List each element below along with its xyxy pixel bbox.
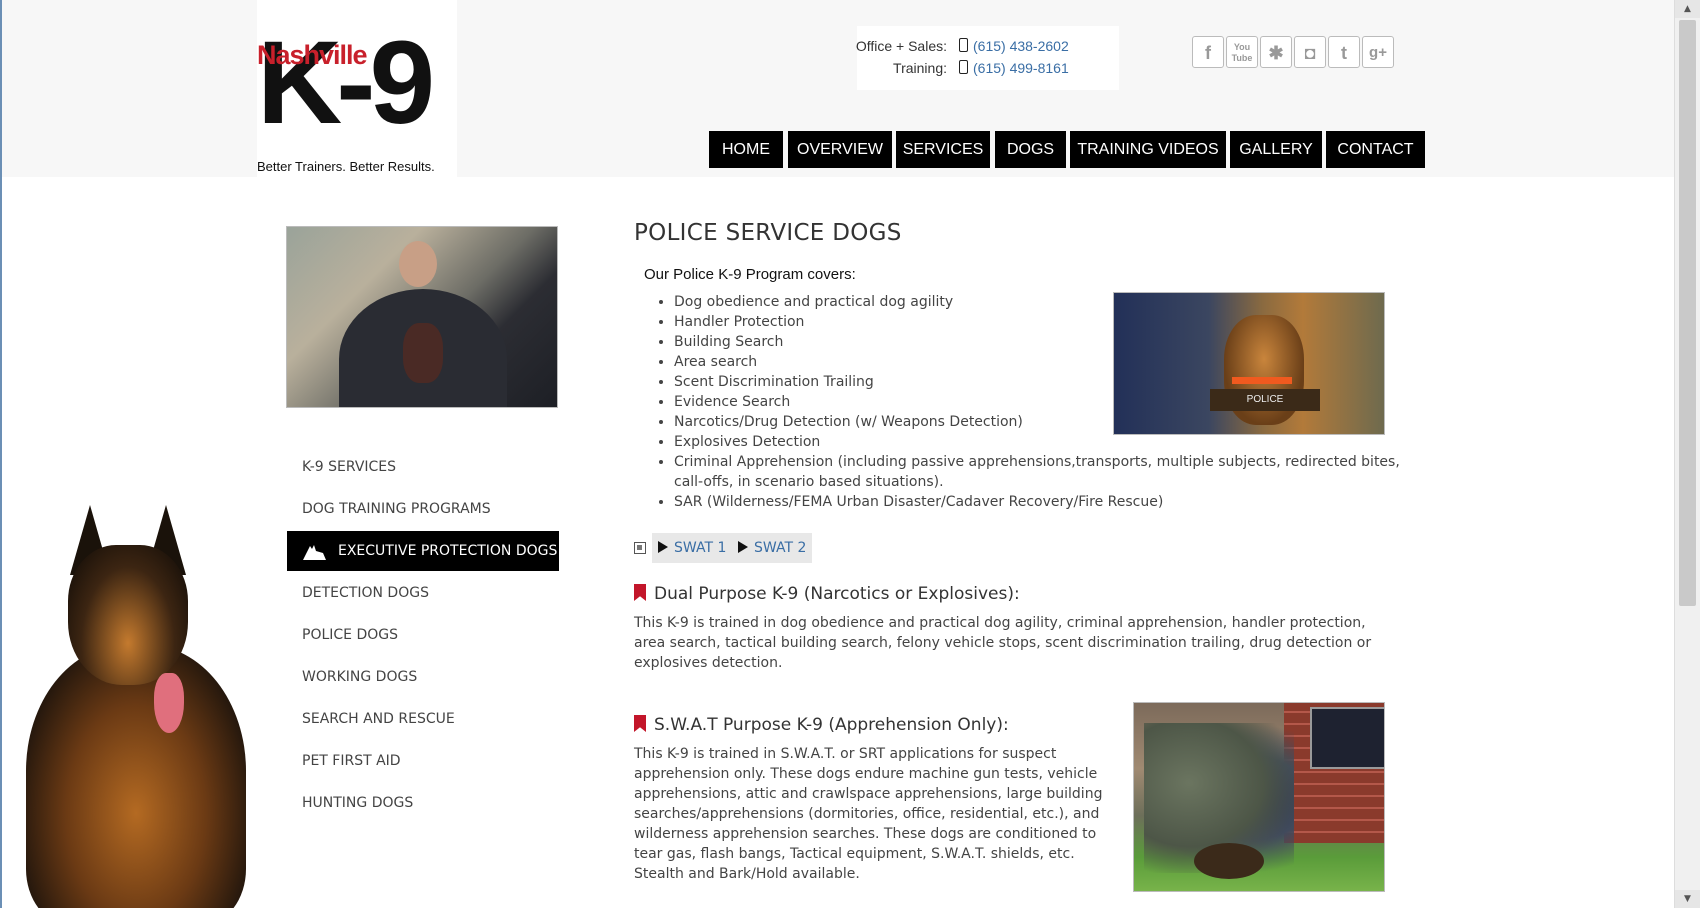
trainer-with-puppy-photo xyxy=(286,226,558,408)
section-text: This K-9 is trained in dog obedience and… xyxy=(634,615,1372,671)
section-title: S.W.A.T Purpose K-9 (Apprehension Only): xyxy=(634,715,1009,735)
scroll-up-arrow-icon[interactable]: ▲ xyxy=(1675,0,1700,18)
google-plus-icon[interactable]: g+ xyxy=(1362,36,1394,68)
list-item: Criminal Apprehension (including passive… xyxy=(674,452,1414,492)
scroll-thumb[interactable] xyxy=(1679,20,1696,606)
swat-2-video-button[interactable]: SWAT 2 xyxy=(732,533,813,563)
bookmark-icon xyxy=(634,584,646,601)
section-text: This K-9 is trained in S.W.A.T. or SRT a… xyxy=(634,746,1103,882)
training-phone-link[interactable]: (615) 499-8161 xyxy=(973,60,1069,76)
sidebar-item-working-dogs[interactable]: WORKING DOGS xyxy=(287,657,559,697)
youtube-icon[interactable]: You Tube xyxy=(1226,36,1258,68)
sidebar-item-hunting-dogs[interactable]: HUNTING DOGS xyxy=(287,783,559,823)
nav-contact[interactable]: CONTACT xyxy=(1326,131,1425,168)
nav-overview[interactable]: OVERVIEW xyxy=(788,131,892,168)
dog-silhouette-icon xyxy=(303,545,326,560)
scroll-down-arrow-icon[interactable]: ▼ xyxy=(1675,890,1700,908)
yelp-icon[interactable]: ✱ xyxy=(1260,36,1292,68)
play-icon xyxy=(658,541,668,553)
facebook-icon[interactable]: f xyxy=(1192,36,1224,68)
logo-tagline: Better Trainers. Better Results. xyxy=(257,159,435,174)
bookmark-icon xyxy=(634,715,646,732)
nav-services[interactable]: SERVICES xyxy=(896,131,990,168)
phone-icon xyxy=(959,38,968,52)
site-logo[interactable]: K-9 Nashville Better Trainers. Better Re… xyxy=(257,0,457,177)
nav-gallery[interactable]: GALLERY xyxy=(1230,131,1322,168)
police-vest-label: POLICE xyxy=(1210,389,1320,411)
sidebar-item-label: EXECUTIVE PROTECTION DOGS xyxy=(338,543,558,559)
logo-nashville-text: Nashville xyxy=(257,40,368,70)
section-title: Dual Purpose K-9 (Narcotics or Explosive… xyxy=(634,584,1020,604)
contact-box: Office + Sales: (615) 438-2602 Training:… xyxy=(855,26,1119,90)
swat-team-photo xyxy=(1133,702,1385,892)
sidebar-item-dog-training-programs[interactable]: DOG TRAINING PROGRAMS xyxy=(287,489,559,529)
nav-dogs[interactable]: DOGS xyxy=(995,131,1066,168)
program-intro: Our Police K-9 Program covers: xyxy=(644,266,856,283)
nav-home[interactable]: HOME xyxy=(709,131,783,168)
sidebar-item-police-dogs[interactable]: POLICE DOGS xyxy=(287,615,559,655)
sidebar-item-detection-dogs[interactable]: DETECTION DOGS xyxy=(287,573,559,613)
office-phone-link[interactable]: (615) 438-2602 xyxy=(973,38,1069,54)
sidebar-item-search-and-rescue[interactable]: SEARCH AND RESCUE xyxy=(287,699,559,739)
phone-icon xyxy=(959,60,968,74)
training-label: Training: xyxy=(893,60,947,76)
sidebar-item-executive-protection-dogs[interactable]: EXECUTIVE PROTECTION DOGS xyxy=(287,531,559,571)
play-icon xyxy=(738,541,748,553)
list-item: SAR (Wilderness/FEMA Urban Disaster/Cada… xyxy=(674,492,1414,512)
swat-1-video-button[interactable]: SWAT 1 xyxy=(652,533,733,563)
instagram-icon[interactable]: ◘ xyxy=(1294,36,1326,68)
police-dog-photo: POLICE xyxy=(1113,292,1385,435)
film-icon xyxy=(634,542,646,554)
list-item: Explosives Detection xyxy=(674,432,1414,452)
sidebar-item-pet-first-aid[interactable]: PET FIRST AID xyxy=(287,741,559,781)
nav-training-videos[interactable]: TRAINING VIDEOS xyxy=(1070,131,1226,168)
german-shepherd-image xyxy=(6,505,258,908)
social-icons: f You Tube ✱ ◘ t g+ xyxy=(1192,36,1396,68)
sidebar-item-k9-services[interactable]: K-9 SERVICES xyxy=(287,447,559,487)
vertical-scrollbar[interactable]: ▲ ▼ xyxy=(1674,0,1700,908)
office-label: Office + Sales: xyxy=(855,38,947,54)
page-title: POLICE SERVICE DOGS xyxy=(634,220,902,246)
twitter-icon[interactable]: t xyxy=(1328,36,1360,68)
